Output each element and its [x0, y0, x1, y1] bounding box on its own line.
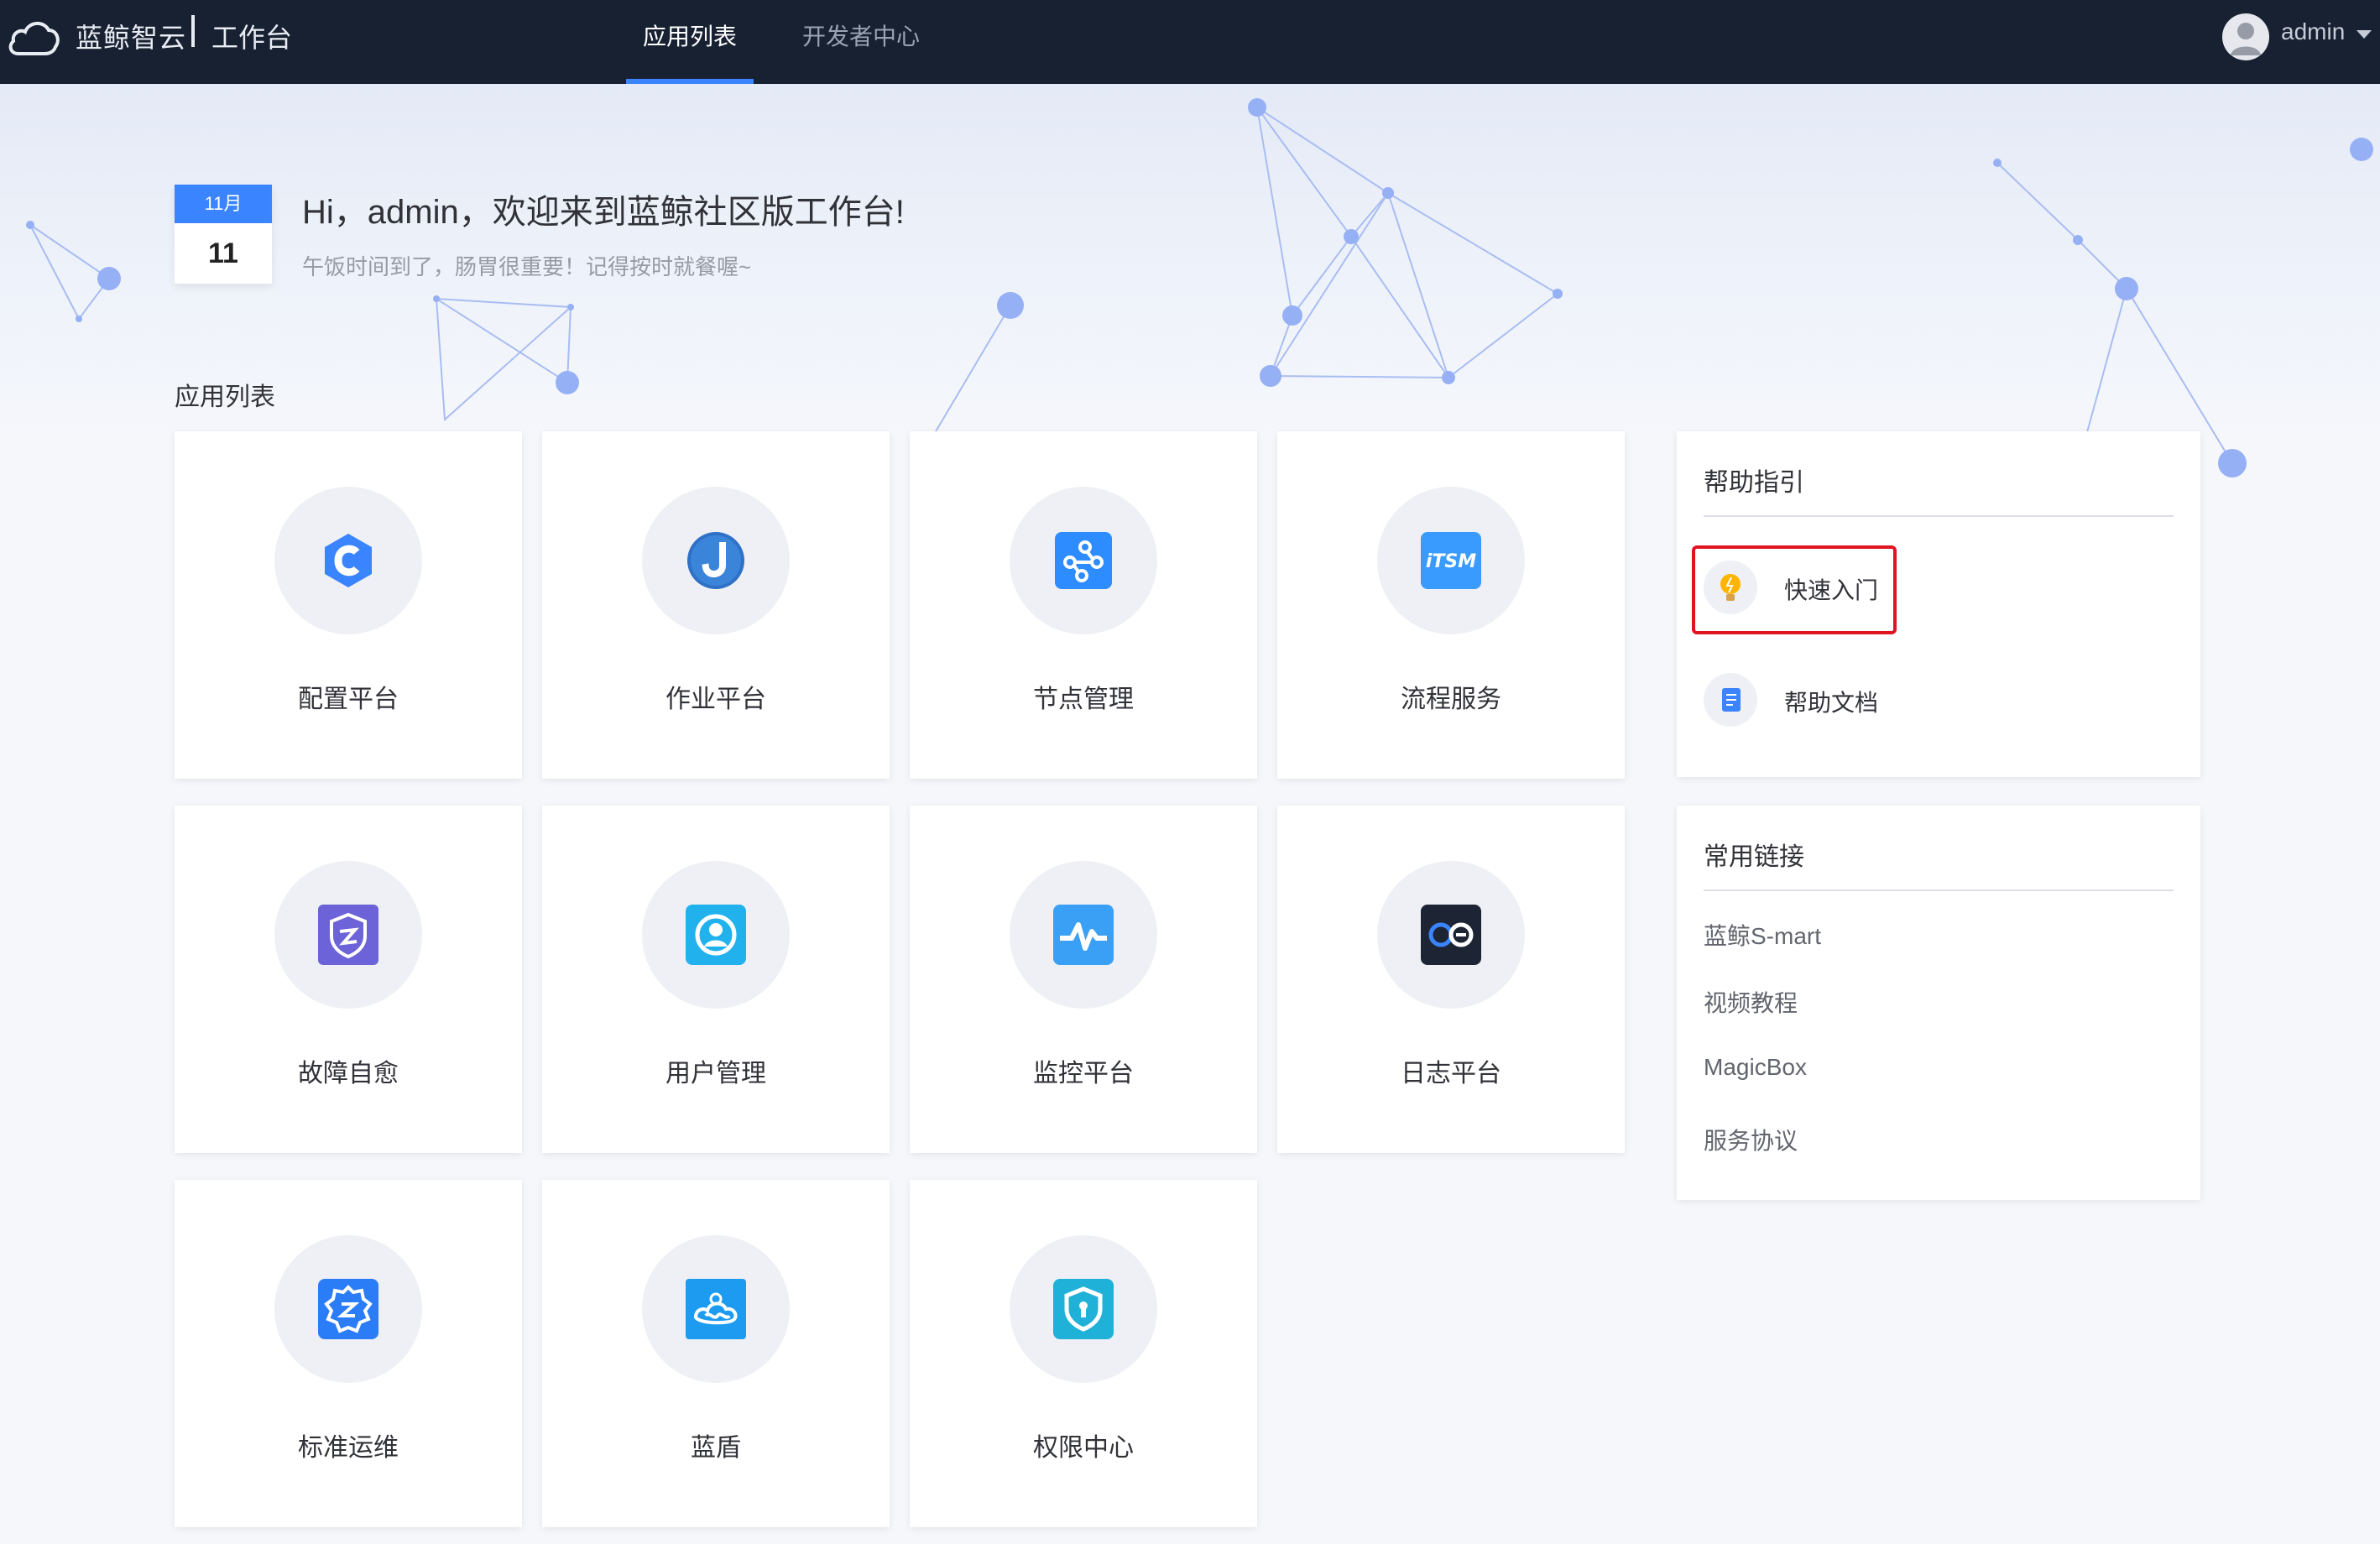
- iam-icon: [1053, 1279, 1114, 1339]
- app-card-permission-center[interactable]: 权限中心: [910, 1180, 1257, 1527]
- node-icon: [1053, 530, 1114, 591]
- app-icon-bg: [1010, 861, 1157, 1009]
- divider: [1704, 889, 2174, 891]
- app-card-job-platform[interactable]: 作业平台: [542, 431, 890, 779]
- lightbulb-icon: [1704, 561, 1757, 614]
- monitor-icon: [1053, 905, 1114, 965]
- common-links-title: 常用链接: [1704, 843, 1804, 871]
- app-label: 蓝盾: [691, 1434, 741, 1462]
- common-links-card: 常用链接 蓝鲸S-mart 视频教程 MagicBox 服务协议: [1677, 806, 2200, 1200]
- help-item-label: 帮助文档: [1784, 690, 1879, 716]
- app-label: 故障自愈: [298, 1060, 399, 1088]
- app-icon-bg: [642, 1235, 790, 1383]
- svg-text:iTSM: iTSM: [1426, 551, 1476, 572]
- product-name: 工作台: [211, 23, 293, 53]
- job-icon: [686, 530, 746, 591]
- app-icon-bg: [642, 487, 790, 634]
- help-guide-title: 帮助指引: [1704, 469, 1804, 497]
- link-service-agreement[interactable]: 服务协议: [1704, 1123, 1798, 1156]
- app-icon-bg: [274, 861, 422, 1009]
- top-navbar: 蓝鲸智云 工作台 应用列表 开发者中心 admin: [0, 0, 2380, 84]
- chevron-down-icon[interactable]: [2357, 30, 2372, 39]
- app-list-title: 应用列表: [175, 383, 275, 411]
- app-card-standard-ops[interactable]: 标准运维: [175, 1180, 522, 1527]
- app-card-user-management[interactable]: 用户管理: [542, 806, 890, 1153]
- fta-icon: [318, 905, 378, 965]
- app-icon-bg: [1377, 861, 1525, 1009]
- app-icon-bg: [642, 861, 790, 1009]
- link-magicbox[interactable]: MagicBox: [1704, 1054, 1807, 1081]
- app-icon-bg: [1010, 487, 1157, 634]
- app-card-itsm[interactable]: iTSM 流程服务: [1277, 431, 1625, 779]
- app-label: 流程服务: [1401, 686, 1501, 713]
- app-label: 监控平台: [1033, 1060, 1134, 1088]
- app-card-monitor-platform[interactable]: 监控平台: [910, 806, 1257, 1153]
- cmdb-icon: [318, 530, 378, 591]
- sops-icon: [318, 1279, 378, 1339]
- calendar-month: 11月: [175, 185, 272, 223]
- divider: [1704, 515, 2174, 517]
- cloud-logo-icon[interactable]: [7, 15, 62, 59]
- welcome-tip: 午饭时间到了，肠胃很重要！记得按时就餐喔~: [302, 254, 752, 279]
- help-item-label: 快速入门: [1784, 577, 1879, 603]
- app-icon-bg: [274, 1235, 422, 1383]
- document-icon: [1704, 673, 1757, 727]
- app-icon-bg: iTSM: [1377, 487, 1525, 634]
- app-card-config-platform[interactable]: 配置平台: [175, 431, 522, 779]
- app-card-fault-recovery[interactable]: 故障自愈: [175, 806, 522, 1153]
- brand-divider: [191, 15, 195, 47]
- devops-icon: [686, 1279, 746, 1339]
- help-guide-card: 帮助指引 快速入门 帮助文档: [1677, 431, 2200, 777]
- app-label: 配置平台: [298, 686, 399, 713]
- app-label: 用户管理: [665, 1060, 766, 1088]
- itsm-icon: iTSM: [1421, 530, 1481, 591]
- nav-tab-app-list[interactable]: 应用列表: [643, 18, 737, 52]
- help-item-documentation[interactable]: 帮助文档: [1704, 665, 1905, 732]
- user-avatar[interactable]: [2222, 13, 2269, 60]
- app-card-devops[interactable]: 蓝盾: [542, 1180, 890, 1527]
- app-label: 日志平台: [1401, 1060, 1501, 1088]
- app-icon-bg: [274, 487, 422, 634]
- app-card-log-platform[interactable]: 日志平台: [1277, 806, 1625, 1153]
- network-decoration: [26, 98, 2373, 477]
- link-smart[interactable]: 蓝鲸S-mart: [1704, 918, 1821, 952]
- help-item-quick-start[interactable]: 快速入门: [1704, 552, 1905, 619]
- app-icon-bg: [1010, 1235, 1157, 1383]
- calendar-day: 11: [208, 237, 238, 269]
- welcome-greeting: Hi，admin，欢迎来到蓝鲸社区版工作台!: [302, 194, 905, 231]
- app-label: 节点管理: [1033, 686, 1134, 713]
- link-video-tutorial[interactable]: 视频教程: [1704, 985, 1798, 1019]
- user-icon: [686, 905, 746, 965]
- brand-name: 蓝鲸智云: [76, 23, 187, 53]
- app-card-node-management[interactable]: 节点管理: [910, 431, 1257, 779]
- log-icon: [1421, 905, 1481, 965]
- app-label: 权限中心: [1033, 1434, 1134, 1462]
- app-label: 作业平台: [665, 686, 766, 713]
- app-label: 标准运维: [298, 1434, 399, 1462]
- nav-tab-developer-center[interactable]: 开发者中心: [802, 18, 920, 52]
- date-calendar-badge: 11月 11: [175, 185, 272, 284]
- user-name[interactable]: admin: [2281, 18, 2345, 45]
